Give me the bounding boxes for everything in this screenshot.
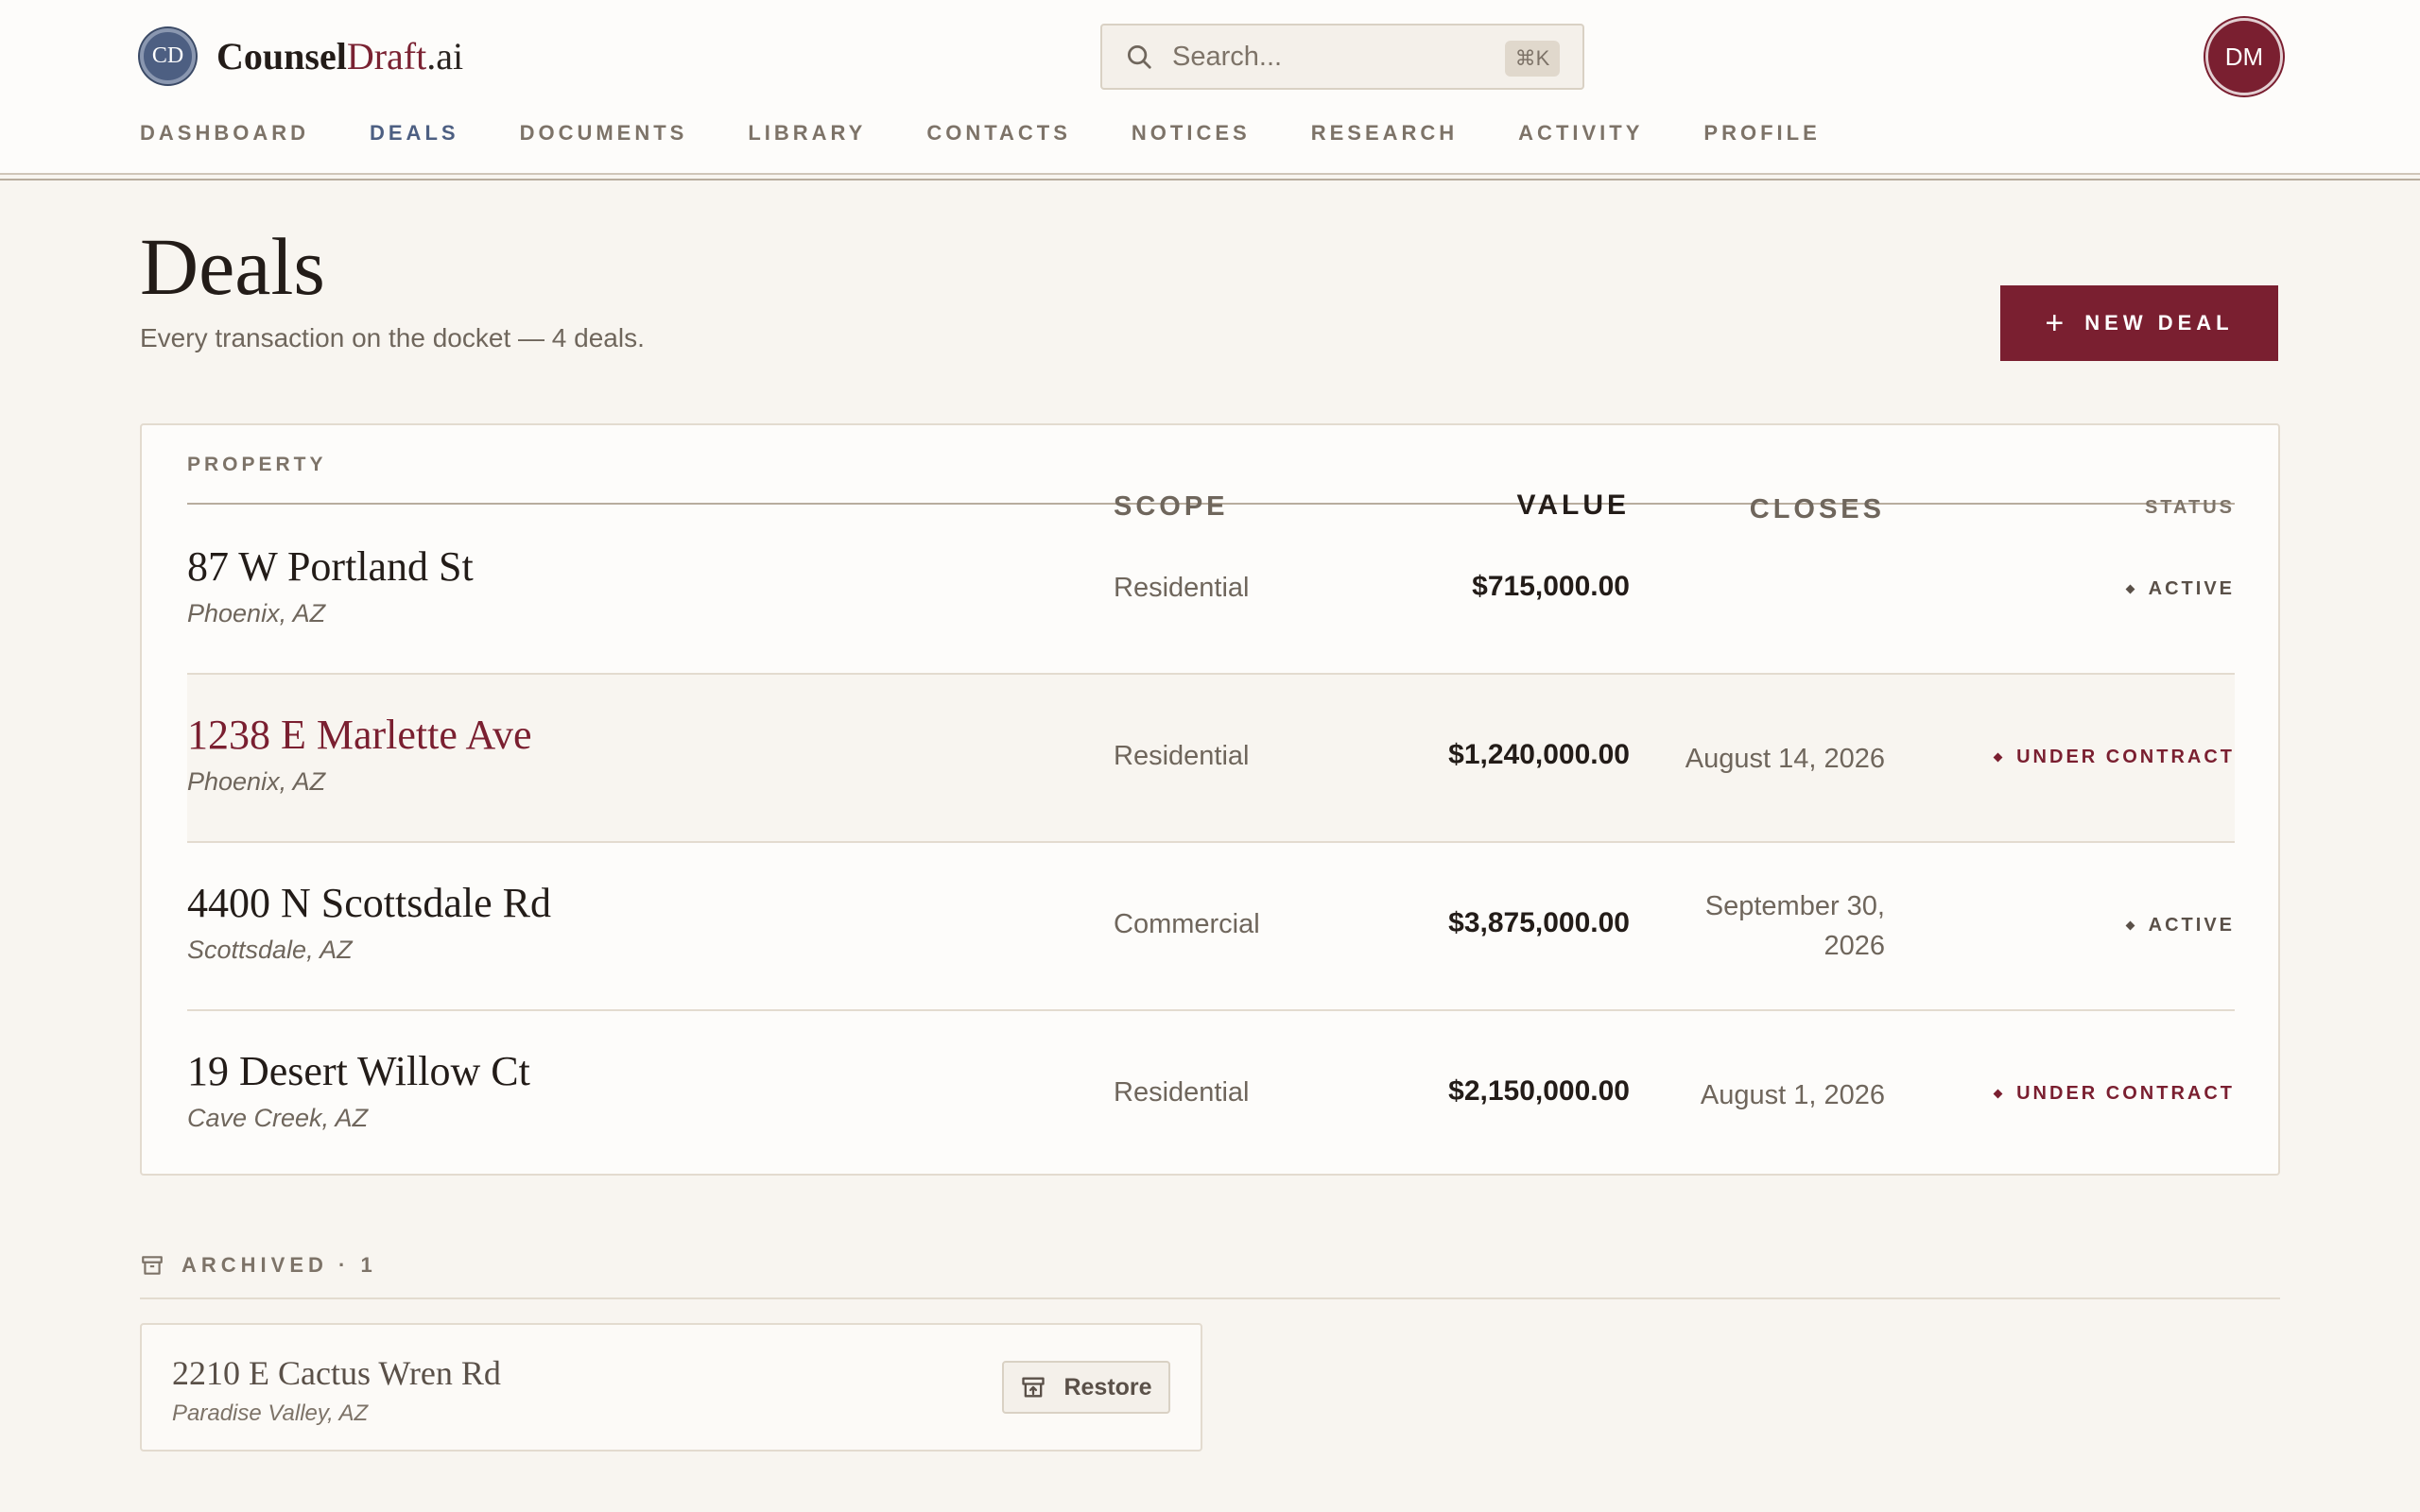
archived-divider — [140, 1297, 2280, 1299]
user-avatar[interactable]: DM — [2205, 18, 2283, 95]
nav-item-profile[interactable]: PROFILE — [1703, 121, 1820, 146]
new-deal-label: NEW DEAL — [2084, 311, 2234, 335]
table-row[interactable]: 4400 N Scottsdale Rd Scottsdale, AZ Comm… — [187, 843, 2235, 1011]
status-dot-icon — [2125, 584, 2135, 594]
restore-icon — [1022, 1377, 1046, 1398]
deal-close-date: August 14, 2026 — [1685, 744, 1885, 774]
deal-city: Scottsdale, AZ — [187, 936, 353, 964]
nav-item-contacts[interactable]: CONTACTS — [926, 121, 1071, 146]
deal-address[interactable]: 87 W Portland St — [187, 542, 474, 591]
table-header: PROPERTY SCOPE VALUE CLOSES STATUS — [187, 425, 2235, 524]
nav-item-deals[interactable]: DEALS — [370, 121, 459, 146]
table-row[interactable]: 87 W Portland St Phoenix, AZ Residential… — [187, 507, 2235, 675]
status-badge: UNDER CONTRACT — [1993, 747, 2235, 768]
deal-city: Phoenix, AZ — [187, 767, 326, 796]
deal-close-date: September 30, 2026 — [1704, 891, 1885, 961]
deal-city: Cave Creek, AZ — [187, 1104, 369, 1132]
search-shortcut-badge: ⌘K — [1505, 41, 1560, 77]
deal-address[interactable]: 19 Desert Willow Ct — [187, 1047, 530, 1095]
nav-item-notices[interactable]: NOTICES — [1132, 121, 1251, 146]
restore-label: Restore — [1063, 1373, 1152, 1400]
table-row[interactable]: 1238 E Marlette Ave Phoenix, AZ Resident… — [187, 675, 2235, 843]
app-logo[interactable]: CD CounselDraft.ai — [140, 28, 463, 84]
search-icon — [1128, 45, 1151, 69]
archived-label: ARCHIVED · 1 — [182, 1253, 377, 1277]
logo-wordmark: CounselDraft.ai — [216, 34, 463, 78]
main-nav: DASHBOARD DEALS DOCUMENTS LIBRARY CONTAC… — [140, 121, 1881, 146]
archive-icon — [142, 1256, 163, 1275]
status-label: ACTIVE — [2148, 578, 2235, 599]
nav-item-library[interactable]: LIBRARY — [748, 121, 866, 146]
deal-address[interactable]: 4400 N Scottsdale Rd — [187, 879, 551, 927]
archived-deal-address[interactable]: 2210 E Cactus Wren Rd — [172, 1353, 501, 1393]
logo-part-draft: Draft — [346, 35, 427, 77]
top-header: CD CounselDraft.ai Search... ⌘K DM DASHB… — [0, 0, 2420, 180]
deal-close-date: August 1, 2026 — [1700, 1080, 1885, 1110]
logo-part-ai: .ai — [426, 35, 464, 77]
page-subtitle: Every transaction on the docket — 4 deal… — [140, 323, 645, 352]
status-badge: ACTIVE — [2125, 578, 2235, 600]
logo-part-counsel: Counsel — [216, 35, 347, 77]
page-title: Deals — [140, 221, 325, 312]
nav-item-dashboard[interactable]: DASHBOARD — [140, 121, 309, 146]
nav-item-research[interactable]: RESEARCH — [1311, 121, 1458, 146]
status-label: ACTIVE — [2148, 915, 2235, 936]
deal-value: $3,875,000.00 — [1448, 907, 1630, 938]
status-dot-icon — [1993, 752, 2003, 763]
deals-table: PROPERTY SCOPE VALUE CLOSES STATUS 87 W … — [140, 423, 2280, 1176]
deal-scope: Residential — [1114, 1077, 1250, 1108]
search-placeholder: Search... — [1172, 41, 1283, 72]
nav-item-documents[interactable]: DOCUMENTS — [520, 121, 688, 146]
deal-address[interactable]: 1238 E Marlette Ave — [187, 711, 532, 759]
status-label: UNDER CONTRACT — [2016, 747, 2235, 767]
deal-value: $715,000.00 — [1472, 571, 1630, 602]
archived-deal-card: 2210 E Cactus Wren Rd Paradise Valley, A… — [140, 1323, 1202, 1452]
nav-item-activity[interactable]: ACTIVITY — [1518, 121, 1643, 146]
plus-icon: + — [2045, 304, 2065, 341]
restore-button[interactable]: Restore — [1002, 1361, 1170, 1414]
new-deal-button[interactable]: + NEW DEAL — [2000, 285, 2278, 361]
archived-section-header[interactable]: ARCHIVED · 1 — [140, 1253, 377, 1278]
status-dot-icon — [2125, 920, 2135, 931]
search-input[interactable]: Search... ⌘K — [1100, 24, 1584, 90]
deal-value: $2,150,000.00 — [1448, 1075, 1630, 1107]
deal-scope: Commercial — [1114, 909, 1260, 939]
deal-value: $1,240,000.00 — [1448, 739, 1630, 770]
column-header-property[interactable]: PROPERTY — [187, 454, 327, 476]
deal-scope: Residential — [1114, 741, 1250, 771]
deal-city: Phoenix, AZ — [187, 599, 326, 627]
deal-scope: Residential — [1114, 573, 1250, 603]
status-badge: UNDER CONTRACT — [1993, 1083, 2235, 1105]
status-label: UNDER CONTRACT — [2016, 1083, 2235, 1104]
logo-badge: CD — [140, 28, 196, 84]
status-dot-icon — [1993, 1089, 2003, 1099]
archived-deal-city: Paradise Valley, AZ — [172, 1400, 369, 1426]
table-row[interactable]: 19 Desert Willow Ct Cave Creek, AZ Resid… — [187, 1011, 2235, 1179]
status-badge: ACTIVE — [2125, 915, 2235, 936]
